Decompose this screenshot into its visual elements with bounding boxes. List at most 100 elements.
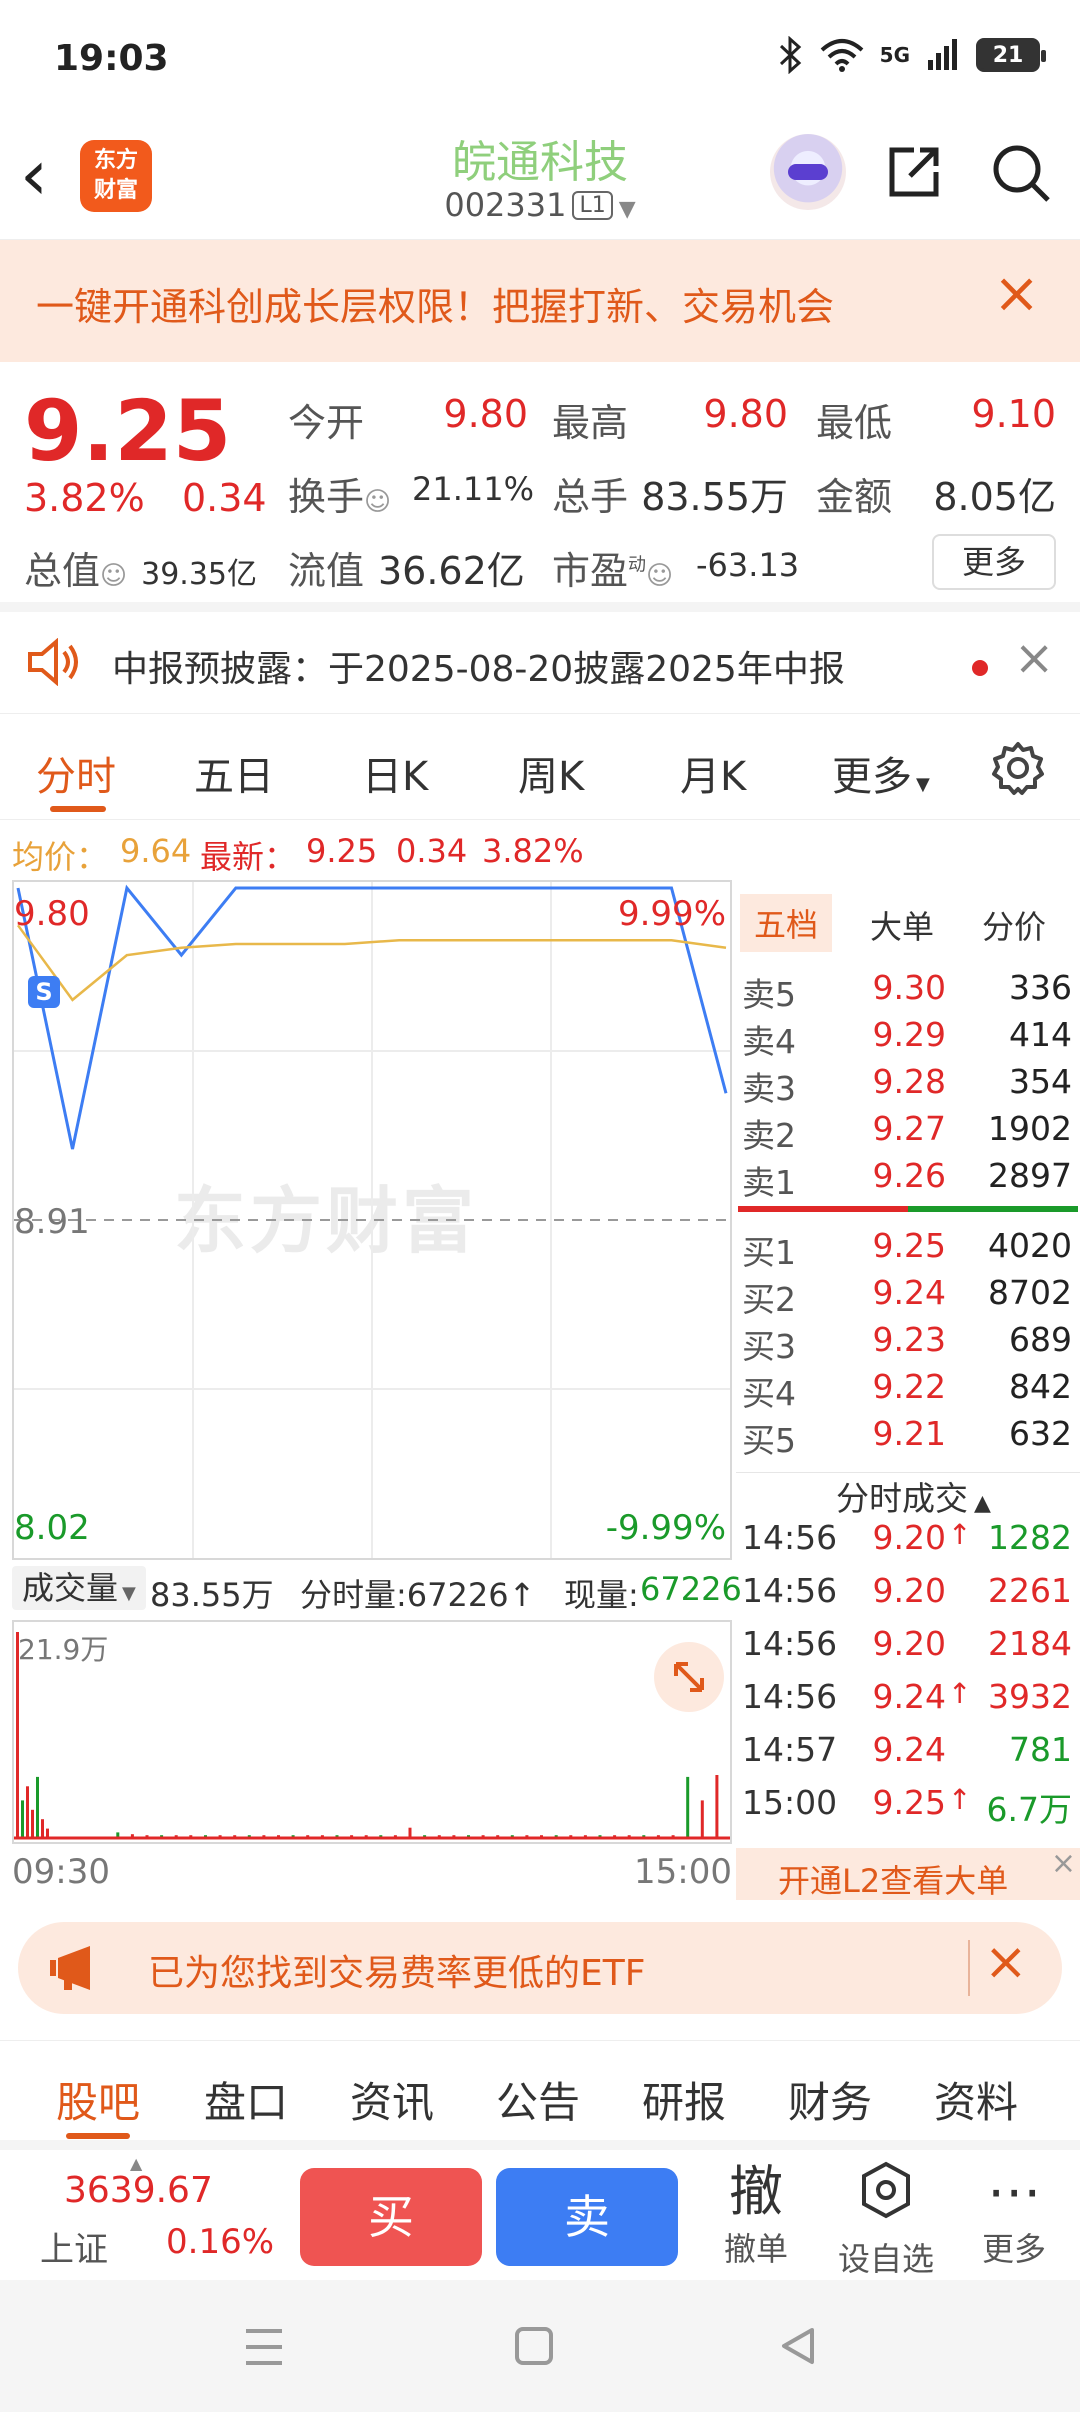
tick-time: 14:56 [742, 1677, 838, 1716]
turnover-label[interactable]: 换手☺ [288, 466, 391, 521]
ask-row[interactable]: 卖5 9.30 336 [736, 968, 1080, 1016]
tick-row: 14:56 9.20 2184 [736, 1624, 1080, 1672]
volume-bar [26, 1786, 29, 1838]
expand-icon[interactable] [654, 1642, 724, 1712]
share-icon[interactable] [884, 142, 944, 202]
ticks-title[interactable]: 分时成交 ▲ [836, 1472, 991, 1520]
sell-marker[interactable]: S [28, 976, 60, 1008]
tab-finance[interactable]: 财务 [788, 2069, 872, 2130]
ticks-title-text: 分时成交 [836, 1479, 968, 1518]
bid-label: 买5 [742, 1421, 796, 1460]
tick-price: 9.20 [872, 1518, 946, 1557]
ask-qty: 414 [1009, 1015, 1072, 1054]
close-icon[interactable]: × [993, 266, 1040, 322]
ask-row[interactable]: 卖3 9.28 354 [736, 1062, 1080, 1110]
bid-row[interactable]: 买5 9.21 632 [736, 1414, 1080, 1462]
tab-profile[interactable]: 资料 [934, 2069, 1018, 2130]
add-watchlist-label: 设自选 [837, 2240, 934, 2278]
more-quote-button[interactable]: 更多 [932, 534, 1056, 590]
tick-row: 14:56 9.20 ↑ 1282 [736, 1518, 1080, 1566]
sell-button[interactable]: 卖 [496, 2168, 678, 2266]
tab-monthly-k[interactable]: 月K [680, 744, 746, 802]
intraday-chart[interactable]: 东方财富 9.80 9.99% 8.91 8.02 -9.99% S [12, 880, 732, 1560]
close-icon[interactable]: × [984, 1936, 1028, 1988]
tick-time: 14:56 [742, 1571, 838, 1610]
bid-row[interactable]: 买1 9.25 4020 [736, 1226, 1080, 1274]
turnover-label-text: 换手 [288, 475, 365, 519]
tab-daily-k[interactable]: 日K [362, 744, 428, 802]
ask-row[interactable]: 卖2 9.27 1902 [736, 1109, 1080, 1157]
notice-bar[interactable]: 中报预披露：于2025-08-20披露2025年中报 × [0, 602, 1080, 714]
settings-gear-icon[interactable] [990, 740, 1046, 796]
ask-price: 9.30 [872, 968, 946, 1007]
cancel-order-label: 撤单 [723, 2230, 788, 2268]
tab-big-orders[interactable]: 大单 [870, 902, 934, 948]
add-watchlist-button[interactable]: 设自选 [826, 2160, 946, 2280]
tab-announcements[interactable]: 公告 [496, 2069, 580, 2130]
index-pct: 0.16% [166, 2222, 275, 2262]
tab-more[interactable]: 更多 ▼ [832, 744, 930, 802]
tab-guba[interactable]: 股吧 [56, 2069, 140, 2130]
content-tabs: 股吧 盘口 资讯 公告 研报 财务 资料 [0, 2040, 1080, 2150]
tick-qty: 2261 [988, 1571, 1072, 1610]
open-label: 今开 [288, 401, 365, 445]
high-label: 最高 [552, 401, 629, 445]
tab-five-day[interactable]: 五日 [194, 744, 274, 802]
bid-price: 9.24 [872, 1273, 946, 1312]
tick-row: 14:56 9.24 ↑ 3932 [736, 1677, 1080, 1725]
ask-row[interactable]: 卖1 9.26 2897 [736, 1156, 1080, 1204]
tab-underline [66, 2133, 130, 2139]
ask-row[interactable]: 卖4 9.29 414 [736, 1015, 1080, 1063]
back-nav-icon[interactable] [780, 2326, 816, 2366]
y-mid-label: 8.91 [14, 1202, 90, 1242]
ask-qty: 354 [1009, 1062, 1072, 1101]
float-cap-label: 流值 [288, 549, 365, 593]
promo-banner[interactable]: 一键开通科创成长层权限！把握打新、交易机会 × [0, 240, 1080, 362]
tab-intraday[interactable]: 分时 [36, 744, 116, 802]
volume-chart[interactable]: 21.9万 [12, 1620, 732, 1844]
volume-bar [31, 1809, 34, 1838]
tab-five-level[interactable]: 五档 [740, 894, 833, 952]
home-icon[interactable] [514, 2326, 554, 2366]
menu-icon[interactable] [244, 2328, 284, 2366]
search-icon[interactable] [990, 142, 1052, 204]
volume-indicator-select[interactable]: 成交量 ▼ [12, 1566, 146, 1610]
buy-button[interactable]: 买 [300, 2168, 482, 2266]
tick-qty: 2184 [988, 1624, 1072, 1663]
close-icon[interactable]: × [1014, 634, 1054, 682]
bid-row[interactable]: 买3 9.23 689 [736, 1320, 1080, 1368]
pe-value: -63.13 [696, 546, 800, 584]
volume-value: 83.55万 [641, 475, 788, 519]
volume-chart-svg [14, 1632, 730, 1840]
ask-label: 卖4 [742, 1022, 796, 1061]
bid-row[interactable]: 买4 9.22 842 [736, 1367, 1080, 1415]
tab-weekly-k[interactable]: 周K [518, 744, 584, 802]
market-cap[interactable]: 总值☺ 39.35亿 [24, 540, 257, 595]
tab-underline [50, 806, 106, 812]
more-actions-button[interactable]: ⋯ 更多 [954, 2160, 1074, 2270]
pe-label[interactable]: 市盈动☺ [552, 540, 673, 595]
assistant-robot-icon[interactable] [770, 134, 846, 210]
close-icon[interactable]: × [1051, 1846, 1076, 1881]
level-badge: L1 [572, 191, 613, 220]
latest-label: 最新： [200, 838, 297, 876]
etf-banner[interactable]: 已为您找到交易费率更低的ETF × [18, 1922, 1062, 2014]
ask-label: 卖5 [742, 975, 796, 1014]
battery-icon: 21 [976, 38, 1046, 72]
bid-row[interactable]: 买2 9.24 8702 [736, 1273, 1080, 1321]
l2-upsell[interactable]: 开通L2查看大单 × [736, 1846, 1080, 1900]
promo-text: 一键开通科创成长层权限！把握打新、交易机会 [36, 285, 835, 329]
tab-pankou[interactable]: 盘口 [204, 2069, 288, 2130]
order-book: 五档 大单 分价 卖5 9.30 336 卖4 9.29 414 卖3 9.28 354 卖2 9.… [736, 880, 1080, 1900]
volume-indicator-label: 成交量 [22, 1569, 119, 1607]
tab-price-dist[interactable]: 分价 [982, 902, 1046, 948]
pct-bottom-label: -9.99% [605, 1508, 726, 1548]
tab-news[interactable]: 资讯 [350, 2069, 434, 2130]
ask-price: 9.28 [872, 1062, 946, 1101]
index-value[interactable]: 3639.67 [64, 2170, 213, 2211]
bid-qty: 632 [1009, 1414, 1072, 1453]
more-dots-icon: ⋯ [987, 2160, 1041, 2223]
cancel-order-button[interactable]: 撤 撤单 [696, 2160, 816, 2270]
bid-qty: 4020 [988, 1226, 1072, 1265]
tab-research[interactable]: 研报 [642, 2069, 726, 2130]
